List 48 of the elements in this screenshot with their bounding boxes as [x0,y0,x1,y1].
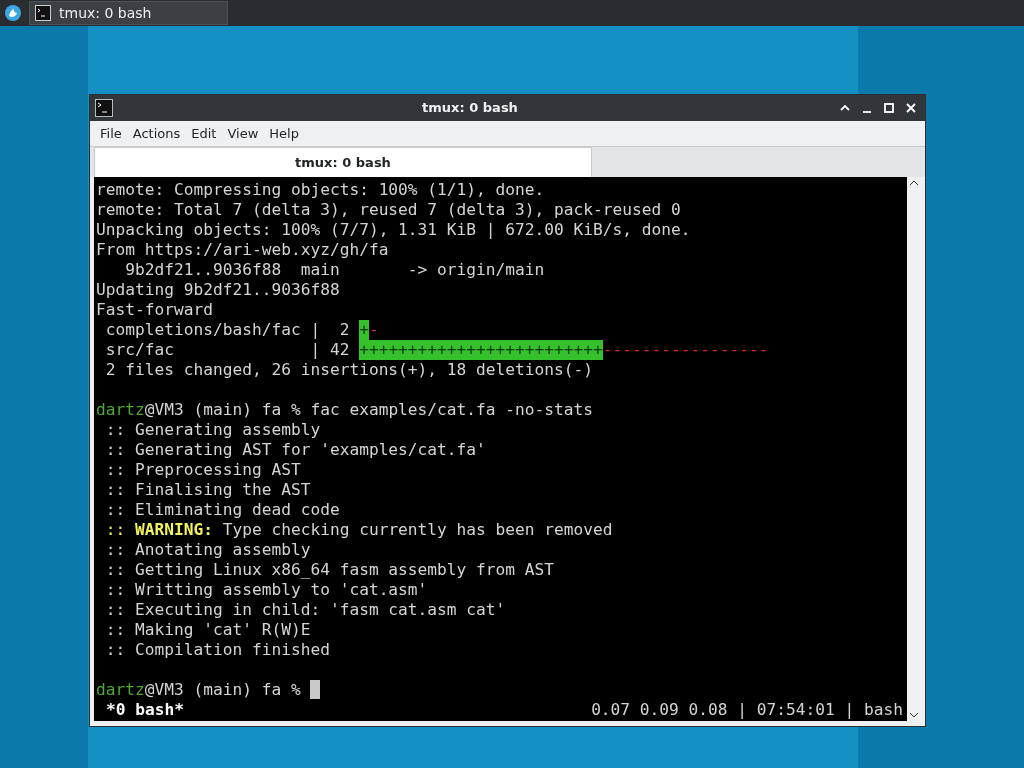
menu-item[interactable]: Help [265,123,303,144]
menu-item[interactable]: Edit [187,123,221,144]
tab[interactable]: tmux: 0 bash [94,147,592,177]
diff-additions: + [359,320,369,340]
terminal-text: Unpacking objects: 100% (7/7), 1.31 KiB | 672.00 KiB/s, done. [96,220,691,240]
terminal-text: :: Compilation finished [104,640,330,660]
terminal-text: From https://ari-web.xyz/gh/fa [96,240,389,260]
prompt-user: dartz [96,680,145,700]
scroll-down-icon[interactable] [909,711,919,719]
tmux-window-label: *0 bash* [105,700,184,720]
menu-item[interactable]: Actions [128,123,185,144]
terminal-text: remote: Total 7 (delta 3), reused 7 (delta 3), pack-reused 0 [96,200,681,220]
terminal-text: :: Generating assembly [104,420,321,440]
maximize-icon[interactable] [882,101,896,115]
diff-additions: +++++++++++++++++++++++++ [359,340,603,360]
diff-deletions: ----------------- [602,340,769,360]
window-title: tmux: 0 bash [421,99,519,118]
terminal-text: src/fac | 42 [104,340,351,360]
menu-item[interactable]: View [223,123,263,144]
terminal-icon [35,5,51,21]
warning-label: WARNING: [135,520,213,540]
terminal-text: Fast-forward [96,300,213,320]
terminal-text: Updating 9b2df21..9036f88 [96,280,340,300]
close-icon[interactable] [904,101,918,115]
terminal-text: @VM3 (main) fa % [144,680,302,700]
terminal-icon [95,99,113,117]
terminal-text: 9b2df21..9036f88 main -> origin/main [124,260,545,280]
terminal-text: remote: Compressing objects: 100% (1/1), done. [96,180,545,200]
app-menu-icon[interactable] [5,5,21,21]
terminal-text: :: Executing in child: 'fasm cat.asm cat' [104,600,506,620]
menu-item[interactable]: File [96,123,126,144]
terminal-text: :: Anotating assembly [104,540,311,560]
warning-marker: :: [104,520,127,540]
terminal-text: completions/bash/fac | 2 [104,320,351,340]
taskbar-task[interactable]: tmux: 0 bash [29,1,228,25]
terminal-text: @VM3 (main) fa % fac examples/cat.fa -no-stats [144,400,594,420]
terminal-text: :: Finalising the AST [104,480,311,500]
terminal-text: :: Eliminating dead code [104,500,340,520]
prompt-user: dartz [96,400,145,420]
tmux-status-info: 0.07 0.09 0.08 | 07:54:01 | bash [591,700,903,720]
terminal-text: Type checking currently has been removed [221,520,613,540]
terminal-text: :: Getting Linux x86_64 fasm assembly from AST [104,560,555,580]
terminal-text: :: Making 'cat' R(W)E [104,620,311,640]
scroll-up-icon[interactable] [909,179,919,187]
terminal-text: :: Preprocessing AST [104,460,301,480]
terminal-text: :: Generating AST for 'examples/cat.fa' [104,440,486,460]
terminal-text: :: Writting assembly to 'cat.asm' [104,580,428,600]
terminal-text: 2 files changed, 26 insertions(+), 18 deletions(-) [104,360,594,380]
